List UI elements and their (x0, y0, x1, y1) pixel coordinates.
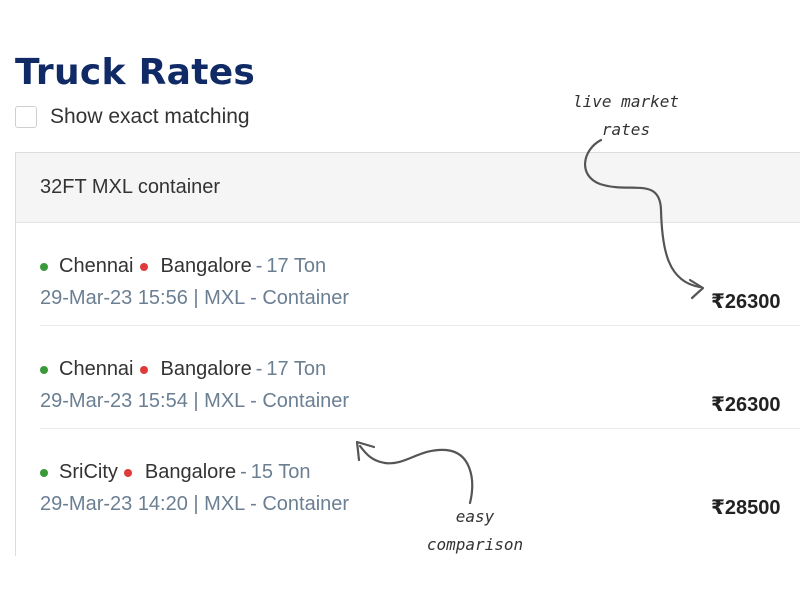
annotation-arrows (355, 138, 705, 505)
live-rates-arrowhead-icon (688, 278, 705, 300)
live-rates-arrow-icon (584, 138, 702, 289)
easy-comparison-arrow-icon (358, 444, 474, 505)
